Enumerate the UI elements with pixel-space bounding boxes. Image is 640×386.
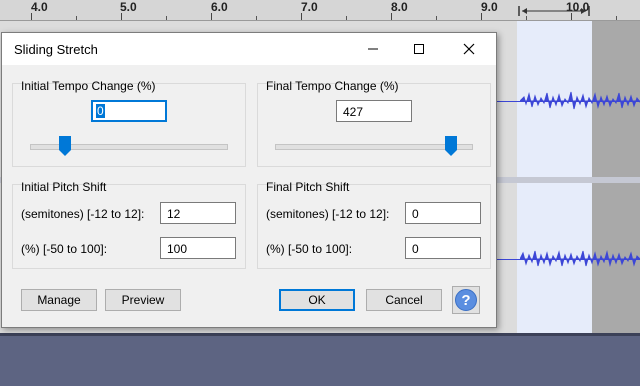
initial-tempo-input[interactable]: 0 [91,100,167,122]
initial-tempo-value: 0 [96,104,105,118]
selection-bracket-icon[interactable] [518,6,590,16]
final-tempo-value: 427 [343,105,364,119]
initial-tempo-group: Initial Tempo Change (%) 0 [12,79,246,167]
initial-semitones-label: (semitones) [-12 to 12]: [21,207,145,221]
timeline-ruler[interactable]: 4.0 5.0 6.0 7.0 8.0 9.0 10.0 [0,0,640,21]
final-tempo-slider-thumb-icon[interactable] [445,136,458,156]
track-bottom-border [0,333,640,336]
initial-tempo-slider-thumb-icon[interactable] [59,136,72,156]
ruler-label: 5.0 [120,0,137,14]
minimize-button[interactable] [350,33,396,65]
minimize-icon [368,48,378,50]
ruler-label: 4.0 [31,0,48,14]
final-semitones-input[interactable]: 0 [405,202,481,224]
ruler-label: 7.0 [301,0,318,14]
dialog-titlebar[interactable]: Sliding Stretch [2,33,496,65]
manage-button[interactable]: Manage [21,289,97,311]
final-percent-input[interactable]: 0 [405,237,481,259]
close-icon [463,43,475,55]
waveform-bottom [520,250,640,267]
sliding-stretch-dialog: Sliding Stretch Initial Tempo Change (%)… [1,32,497,328]
ruler-label: 6.0 [211,0,228,14]
initial-percent-value: 100 [167,242,188,256]
final-semitones-value: 0 [412,207,419,221]
maximize-icon [414,44,424,54]
close-button[interactable] [446,33,492,65]
final-semitones-label: (semitones) [-12 to 12]: [266,207,390,221]
waveform-top [520,91,640,110]
final-pitch-label: Final Pitch Shift [266,180,350,194]
initial-pitch-group: Initial Pitch Shift (semitones) [-12 to … [12,180,246,269]
final-percent-value: 0 [412,242,419,256]
initial-semitones-value: 12 [167,207,181,221]
initial-percent-input[interactable]: 100 [160,237,236,259]
initial-tempo-label: Initial Tempo Change (%) [21,79,156,93]
initial-percent-label: (%) [-50 to 100]: [21,242,108,256]
ok-button[interactable]: OK [279,289,355,311]
preview-button[interactable]: Preview [105,289,181,311]
final-percent-label: (%) [-50 to 100]: [266,242,353,256]
maximize-button[interactable] [396,33,442,65]
initial-pitch-label: Initial Pitch Shift [21,180,107,194]
initial-semitones-input[interactable]: 12 [160,202,236,224]
final-tempo-label: Final Tempo Change (%) [266,79,399,93]
dialog-title: Sliding Stretch [14,42,98,57]
final-tempo-slider-track[interactable] [275,144,473,150]
final-tempo-group: Final Tempo Change (%) 427 [257,79,491,167]
help-button[interactable]: ? [452,286,480,314]
final-tempo-input[interactable]: 427 [336,100,412,122]
help-icon: ? [455,289,477,311]
ruler-label: 8.0 [391,0,408,14]
cancel-button[interactable]: Cancel [366,289,442,311]
ruler-label: 9.0 [481,0,498,14]
final-pitch-group: Final Pitch Shift (semitones) [-12 to 12… [257,180,491,269]
